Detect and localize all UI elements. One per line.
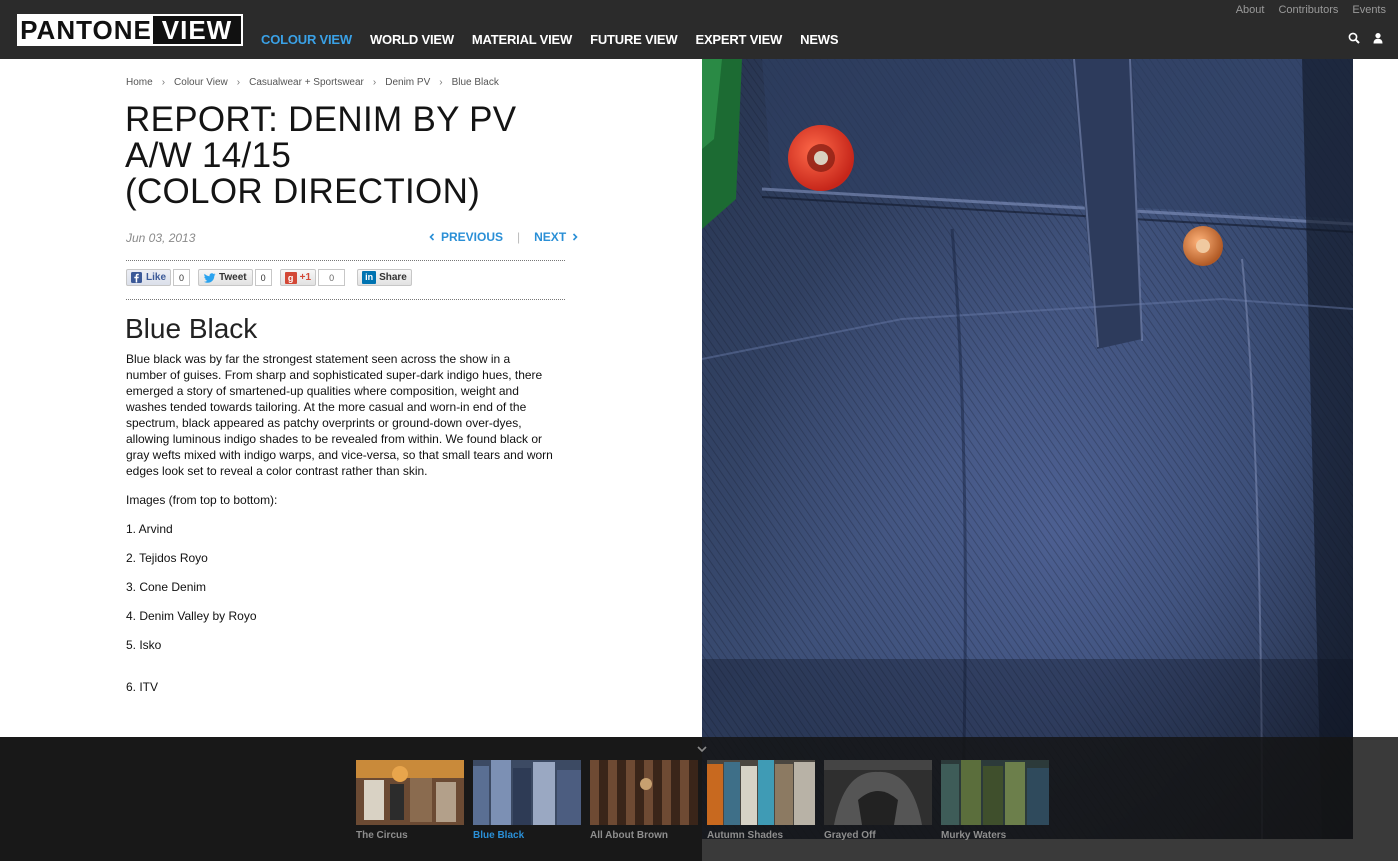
top-bar: PANTONE VIEW COLOUR VIEW WORLD VIEW MATE…: [0, 0, 1398, 59]
tweet-label: Tweet: [219, 272, 247, 283]
facebook-like-label: Like: [146, 272, 167, 283]
thumbnail-caption: Grayed Off: [824, 830, 876, 841]
thumbnail-image: [824, 760, 932, 825]
breadcrumb-colour-view[interactable]: Colour View: [174, 77, 228, 88]
facebook-like-count: 0: [173, 269, 191, 286]
hero-photo: [702, 59, 1353, 839]
search-icon[interactable]: [1348, 31, 1360, 44]
article-body: Blue black was by far the strongest stat…: [126, 352, 553, 478]
util-about[interactable]: About: [1236, 4, 1265, 16]
chevron-right-icon: [573, 233, 578, 241]
nav-expert-view[interactable]: EXPERT VIEW: [695, 32, 782, 47]
thumbnail-image: [590, 760, 698, 825]
chevron-right-icon: ›: [161, 77, 166, 88]
article-date: Jun 03, 2013: [126, 231, 196, 245]
previous-button[interactable]: PREVIOUS: [428, 230, 503, 244]
image-credits-list: 1. Arvind 2. Tejidos Royo 3. Cone Denim …: [126, 522, 257, 709]
list-item: 3. Cone Denim: [126, 580, 207, 594]
title-line: (COLOR DIRECTION): [125, 172, 481, 211]
gallery-thumb[interactable]: All About Brown: [590, 760, 698, 841]
article-pager: PREVIOUS | NEXT: [428, 230, 579, 244]
divider: [126, 299, 565, 300]
nav-future-view[interactable]: FUTURE VIEW: [590, 32, 678, 47]
util-contributors[interactable]: Contributors: [1278, 4, 1338, 16]
next-label: NEXT: [534, 230, 567, 244]
gallery-thumb[interactable]: Murky Waters: [941, 760, 1049, 841]
thumbnail-image: [473, 760, 581, 825]
util-events[interactable]: Events: [1352, 4, 1386, 16]
list-item: 4. Denim Valley by Royo: [126, 609, 257, 623]
utility-nav: About Contributors Events: [1222, 4, 1386, 16]
chevron-right-icon: ›: [439, 77, 443, 88]
header-icons: [1348, 31, 1384, 44]
thumbnail-image: [356, 760, 464, 825]
gallery-thumb[interactable]: The Circus: [356, 760, 464, 841]
gallery-thumbnails: The Circus Blue Black All About Brown Au…: [356, 760, 1049, 841]
gallery-thumb[interactable]: Autumn Shades: [707, 760, 815, 841]
thumbnail-image: [941, 760, 1049, 825]
twitter-icon: [204, 272, 216, 283]
share-bar: Like 0 Tweet 0 g +1 0 in Share: [126, 269, 412, 286]
logo-pantone: PANTONE: [19, 15, 153, 45]
next-button[interactable]: NEXT: [534, 230, 579, 244]
list-item: 2. Tejidos Royo: [126, 551, 208, 565]
title-line: A/W 14/15: [125, 136, 292, 175]
nav-world-view[interactable]: WORLD VIEW: [370, 32, 454, 47]
main-nav: COLOUR VIEW WORLD VIEW MATERIAL VIEW FUT…: [261, 32, 856, 47]
divider: [126, 260, 565, 261]
google-plus-count: 0: [318, 269, 346, 286]
pager-divider: |: [517, 230, 521, 244]
breadcrumb-casualwear[interactable]: Casualwear + Sportswear: [249, 77, 364, 88]
section-title: Blue Black: [125, 313, 258, 344]
thumbnail-caption: Murky Waters: [941, 830, 1007, 841]
nav-colour-view[interactable]: COLOUR VIEW: [261, 32, 352, 47]
nav-news[interactable]: NEWS: [800, 32, 838, 47]
tweet: Tweet 0: [198, 269, 272, 286]
linkedin-icon: in: [362, 271, 377, 284]
nav-material-view[interactable]: MATERIAL VIEW: [472, 32, 572, 47]
thumbnail-caption: Blue Black: [473, 830, 525, 841]
user-icon[interactable]: [1372, 31, 1384, 44]
images-heading: Images (from top to bottom):: [126, 493, 278, 507]
gallery-thumb[interactable]: Grayed Off: [824, 760, 932, 841]
google-plus-button[interactable]: g +1: [279, 269, 317, 286]
facebook-like: Like 0: [126, 269, 191, 286]
list-item: 5. Isko: [126, 638, 162, 652]
google-plus-one: g +1 0: [279, 269, 346, 286]
linkedin-share-label: Share: [379, 272, 407, 283]
breadcrumb: Home › Colour View › Casualwear + Sports…: [126, 77, 499, 88]
title-line: REPORT: DENIM BY PV: [125, 100, 517, 139]
chevron-left-icon: [429, 233, 435, 241]
linkedin-share-button[interactable]: in Share: [357, 269, 412, 286]
facebook-like-button[interactable]: Like: [126, 269, 172, 286]
breadcrumb-home[interactable]: Home: [126, 77, 153, 88]
thumbnail-image: [707, 760, 815, 825]
previous-label: PREVIOUS: [441, 230, 504, 244]
thumbnail-caption: Autumn Shades: [707, 830, 784, 841]
facebook-icon: [131, 272, 142, 283]
chevron-right-icon: ›: [372, 77, 377, 88]
pantone-view-logo[interactable]: PANTONE VIEW: [17, 14, 243, 46]
google-plus-icon: g: [284, 271, 297, 284]
breadcrumb-current: Blue Black: [451, 77, 499, 88]
tweet-button[interactable]: Tweet: [198, 269, 253, 286]
tweet-count: 0: [254, 269, 272, 286]
thumbnail-caption: All About Brown: [590, 830, 668, 841]
chevron-down-icon[interactable]: [696, 741, 708, 753]
breadcrumb-denim-pv[interactable]: Denim PV: [385, 77, 430, 88]
page-title: REPORT: DENIM BY PV A/W 14/15 (COLOR DIR…: [125, 102, 575, 210]
list-item: 6. ITV: [126, 680, 159, 694]
thumbnail-caption: The Circus: [356, 830, 408, 841]
gallery-thumb[interactable]: Blue Black: [473, 760, 581, 841]
google-plus-label: +1: [299, 272, 312, 283]
list-item: 1. Arvind: [126, 522, 173, 536]
logo-view: VIEW: [153, 16, 241, 44]
chevron-right-icon: ›: [236, 77, 241, 88]
